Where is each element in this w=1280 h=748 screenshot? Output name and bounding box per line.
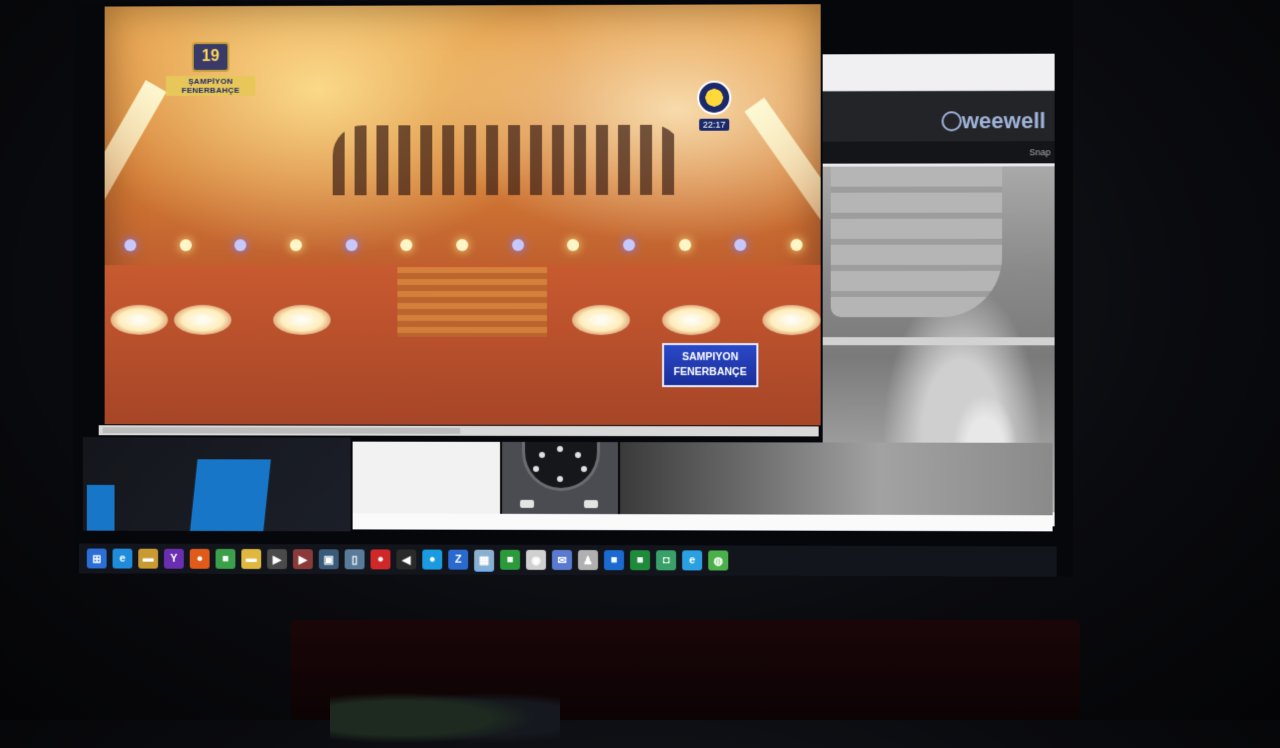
yahoo-icon[interactable]: Y [164, 548, 184, 569]
folder-icon[interactable]: ▬ [138, 548, 159, 569]
remote-button[interactable] [583, 500, 599, 509]
user-icon[interactable]: ♟ [577, 550, 599, 571]
channel-badge-icon [697, 80, 732, 115]
remote-button[interactable] [520, 499, 535, 508]
media-icon[interactable]: ▶ [267, 549, 287, 570]
stage-emblem [273, 304, 331, 335]
stage-emblem [110, 304, 168, 335]
desktop-tile [86, 484, 115, 531]
mail-icon[interactable]: ✉ [552, 549, 572, 571]
stage-emblem [173, 304, 232, 335]
championship-logo: 19 ŞAMPİYON FENERBAHÇE [165, 41, 256, 110]
globe-icon[interactable]: ◍ [708, 550, 729, 571]
desktop-background-window[interactable] [82, 437, 351, 532]
green-app-icon[interactable]: ■ [500, 549, 521, 570]
excel-icon[interactable]: ■ [630, 550, 651, 571]
stage-lights [124, 237, 803, 253]
snapshot-link[interactable]: Snap [822, 141, 1055, 164]
weewell-header: weewell [822, 90, 1055, 142]
cushion [830, 166, 1003, 318]
banner-line-2: FENERBANÇE [673, 366, 747, 379]
red-app-icon[interactable]: ● [370, 549, 391, 570]
app-icon[interactable]: ■ [215, 548, 236, 569]
remote-dial[interactable] [522, 441, 601, 492]
remote-icon[interactable]: ▯ [344, 549, 365, 570]
viewer-heads [330, 688, 560, 748]
champion-banner: SAMPIYON FENERBANÇE [662, 343, 759, 388]
ie-icon[interactable]: e [682, 550, 703, 571]
tv-video-window[interactable]: 19 ŞAMPİYON FENERBAHÇE 22:17 SAMPIYON FE… [104, 4, 821, 426]
explorer-icon[interactable]: ▬ [241, 548, 262, 569]
channel-logo: 22:17 [690, 80, 738, 133]
arrow-icon[interactable]: ◀ [396, 549, 417, 570]
browser-titlebar[interactable] [822, 53, 1055, 92]
start-icon[interactable]: ⊞ [86, 548, 107, 569]
stage-emblem [762, 305, 821, 336]
zip-icon[interactable]: Z [448, 549, 469, 570]
weewell-logo-icon [941, 111, 962, 132]
desktop-tile [189, 459, 271, 532]
stage-emblem [571, 305, 631, 336]
scrollbar-thumb[interactable] [102, 427, 461, 434]
firefox-icon[interactable]: ● [189, 548, 210, 569]
championship-count: 19 [191, 41, 230, 72]
windows-taskbar: ⊞ e ▬ Y ● ■ ▬ ▶ ▶ ▣ ▯ ● ◀ ● Z ▦ ■ ◉ ✉ ♟ ■ ■ ◘ e ◍ [78, 543, 1057, 577]
outlook-icon[interactable]: ■ [604, 550, 625, 571]
weewell-brand: weewell [961, 108, 1046, 134]
crib-rail [822, 337, 1055, 346]
background-windows [73, 437, 1073, 533]
camera-preview-window[interactable] [620, 442, 1053, 516]
player-icon[interactable]: ▶ [292, 549, 313, 570]
camera-icon[interactable]: ◘ [656, 550, 677, 571]
stage-emblem [662, 305, 721, 336]
chrome-icon[interactable]: ◉ [526, 549, 547, 570]
championship-text: ŞAMPİYON FENERBAHÇE [165, 75, 256, 96]
stage-crowd [332, 124, 683, 196]
video-window-scrollbar[interactable] [98, 425, 819, 437]
channel-clock: 22:17 [698, 118, 730, 131]
window-bottom-strip [352, 513, 1053, 532]
active-window-icon[interactable]: ▦ [474, 549, 495, 570]
skype-icon[interactable]: ● [422, 549, 443, 570]
edge-icon[interactable]: e [112, 548, 133, 569]
window-icon[interactable]: ▣ [318, 549, 339, 570]
monitor-screen: 19 ŞAMPİYON FENERBAHÇE 22:17 SAMPIYON FE… [73, 0, 1073, 577]
banner-line-1: SAMPIYON [682, 351, 739, 364]
stage-podium [397, 267, 548, 337]
